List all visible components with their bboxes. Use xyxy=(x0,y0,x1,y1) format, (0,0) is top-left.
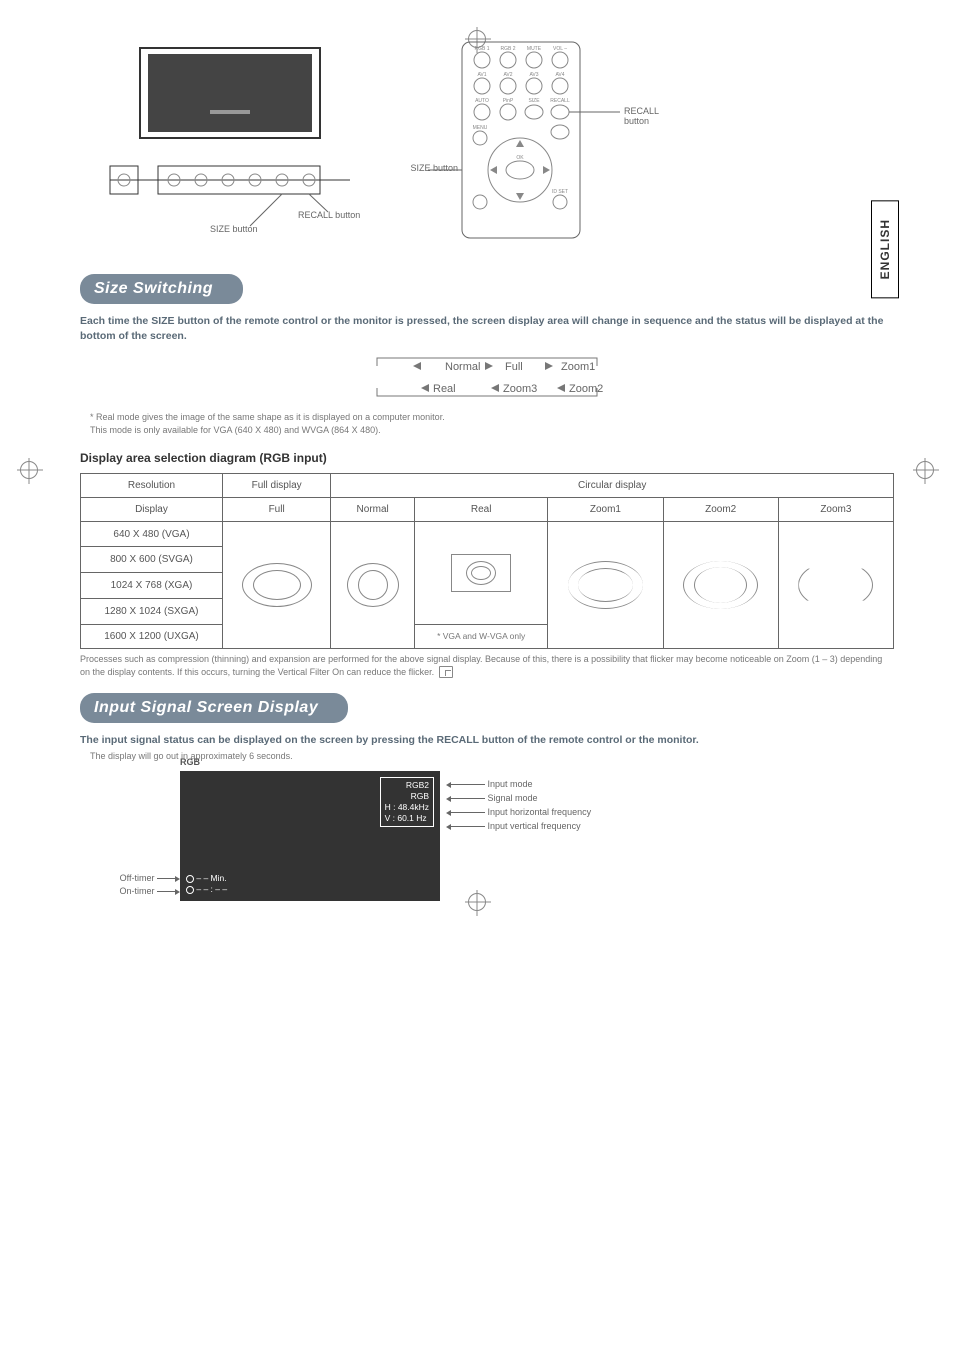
timer-off-row: – – Min. xyxy=(186,873,227,884)
recall-button-label-monitor: RECALL button xyxy=(298,210,360,220)
clock-off-icon xyxy=(186,875,194,883)
input-signal-lead: The input signal status can be displayed… xyxy=(80,733,894,748)
svg-text:MENU: MENU xyxy=(473,125,488,131)
th-real: Real xyxy=(415,497,548,521)
input-signal-heading: Input Signal Screen Display xyxy=(80,693,348,723)
svg-text:RGB 1: RGB 1 xyxy=(474,46,489,52)
size-button-label-remote: SIZE button xyxy=(368,163,458,173)
monitor-diagram: RECALL button SIZE button xyxy=(80,40,380,230)
cell-zoom1 xyxy=(548,521,663,648)
clock-on-icon xyxy=(186,886,194,894)
info-v-freq: V : 60.1 Hz xyxy=(385,813,429,824)
svg-text:OK: OK xyxy=(516,155,524,161)
table-header-2: Display Full Normal Real Zoom1 Zoom2 Zoo… xyxy=(81,497,894,521)
cell-zoom3 xyxy=(778,521,893,648)
th-zoom2: Zoom2 xyxy=(663,497,778,521)
svg-text:Zoom2: Zoom2 xyxy=(569,383,603,395)
table-note: Processes such as compression (thinning)… xyxy=(80,653,894,679)
th-resolution: Resolution xyxy=(81,473,223,497)
rgb-timer-box: – – Min. – – : – – xyxy=(186,873,227,895)
th-display: Display xyxy=(81,497,223,521)
svg-text:ID SET: ID SET xyxy=(552,189,568,195)
svg-text:AV1: AV1 xyxy=(477,72,486,78)
table-row: 640 X 480 (VGA) xyxy=(81,521,894,547)
svg-text:SIZE: SIZE xyxy=(528,98,540,104)
language-tab: ENGLISH xyxy=(871,200,899,298)
display-area-subheading: Display area selection diagram (RGB inpu… xyxy=(80,451,894,465)
res-xga: 1024 X 768 (XGA) xyxy=(81,573,223,599)
zoom3-oval-icon xyxy=(798,561,873,609)
svg-text:Real: Real xyxy=(433,383,456,395)
cell-normal xyxy=(331,521,415,648)
svg-text:AUTO: AUTO xyxy=(475,98,489,104)
svg-text:AV2: AV2 xyxy=(503,72,512,78)
rgb-info-box: RGB2 RGB H : 48.4kHz V : 60.1 Hz xyxy=(380,777,434,827)
callout-off-timer: Off-timer xyxy=(108,873,180,883)
svg-text:Zoom3: Zoom3 xyxy=(503,383,537,395)
callout-signal-mode: Signal mode xyxy=(446,793,538,803)
svg-text:RECALL: RECALL xyxy=(550,98,570,104)
registration-mark-right xyxy=(916,461,934,479)
th-full-display: Full display xyxy=(222,473,330,497)
zoom2-oval-icon xyxy=(683,561,758,609)
svg-text:AV4: AV4 xyxy=(555,72,564,78)
callout-input-mode: Input mode xyxy=(446,779,533,789)
th-circular-display: Circular display xyxy=(331,473,894,497)
res-uxga: 1600 X 1200 (UXGA) xyxy=(81,624,223,648)
resolution-table: Resolution Full display Circular display… xyxy=(80,473,894,649)
res-svga: 800 X 600 (SVGA) xyxy=(81,547,223,573)
svg-text:PinP: PinP xyxy=(503,98,514,104)
th-full: Full xyxy=(222,497,330,521)
timer-on-row: – – : – – xyxy=(186,884,227,895)
rgb-screen: RGB2 RGB H : 48.4kHz V : 60.1 Hz – – Min… xyxy=(180,771,440,901)
th-zoom1: Zoom1 xyxy=(548,497,663,521)
callout-v-freq: Input vertical frequency xyxy=(446,821,581,831)
remote-diagram: RGB 1 RGB 2 MUTE VOL – AV1 AV2 AV3 AV4 AUTO Pin… xyxy=(420,40,630,240)
rgb-title: RGB xyxy=(180,757,200,767)
table-header-1: Resolution Full display Circular display xyxy=(81,473,894,497)
info-signal-mode: RGB xyxy=(385,791,429,802)
page-reference-icon xyxy=(439,666,453,678)
size-switching-lead: Each time the SIZE button of the remote … xyxy=(80,314,894,344)
cycle-diagram: Normal Full Zoom1 Real Zoom3 Zoom2 xyxy=(80,354,894,403)
th-normal: Normal xyxy=(331,497,415,521)
real-box-icon xyxy=(451,554,511,592)
callout-h-freq: Input horizontal frequency xyxy=(446,807,591,817)
res-vga: 640 X 480 (VGA) xyxy=(81,521,223,547)
th-zoom3: Zoom3 xyxy=(778,497,893,521)
cell-full xyxy=(222,521,330,648)
normal-oval-icon xyxy=(347,563,399,607)
svg-text:RGB 2: RGB 2 xyxy=(500,46,515,52)
real-mode-footnote: * Real mode gives the image of the same … xyxy=(80,411,894,436)
info-input-mode: RGB2 xyxy=(385,780,429,791)
callout-on-timer: On-timer xyxy=(108,886,180,896)
cell-zoom2 xyxy=(663,521,778,648)
registration-mark-left xyxy=(20,461,38,479)
footnote-line-1: * Real mode gives the image of the same … xyxy=(90,411,894,424)
svg-text:Full: Full xyxy=(505,361,523,373)
diagram-row: RECALL button SIZE button RGB 1 RGB 2 MUTE… xyxy=(80,40,894,240)
svg-text:VOL –: VOL – xyxy=(553,46,567,52)
svg-text:MUTE: MUTE xyxy=(527,46,542,52)
size-button-label-monitor: SIZE button xyxy=(210,224,258,234)
res-sxga: 1280 X 1024 (SXGA) xyxy=(81,598,223,624)
cell-real xyxy=(415,521,548,624)
full-oval-icon xyxy=(242,563,312,607)
size-switching-heading: Size Switching xyxy=(80,274,243,304)
input-signal-subline: The display will go out in approximately… xyxy=(90,750,894,763)
zoom1-oval-icon xyxy=(568,561,643,609)
recall-button-label-remote: RECALL button xyxy=(624,106,659,126)
cell-real-note: * VGA and W-VGA only xyxy=(415,624,548,648)
svg-text:AV3: AV3 xyxy=(529,72,538,78)
svg-text:Zoom1: Zoom1 xyxy=(561,361,595,373)
footnote-line-2: This mode is only available for VGA (640… xyxy=(90,424,894,437)
svg-text:Normal: Normal xyxy=(445,361,480,373)
info-h-freq: H : 48.4kHz xyxy=(385,802,429,813)
rgb-diagram: RGB RGB2 RGB H : 48.4kHz V : 60.1 Hz – –… xyxy=(180,771,540,901)
